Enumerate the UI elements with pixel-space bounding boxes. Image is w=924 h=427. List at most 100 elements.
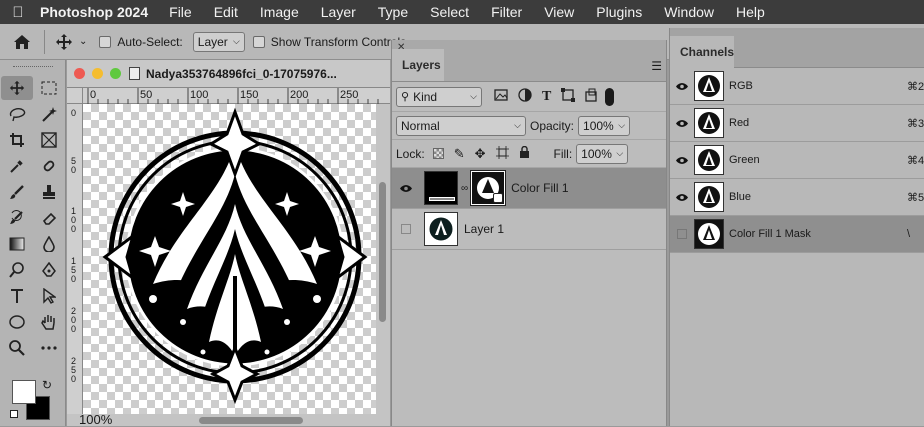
default-colors-icon[interactable] [10,410,18,418]
fill-thumbnail[interactable] [424,171,458,205]
layer-thumbnail[interactable] [424,212,458,246]
minimize-window-button[interactable] [92,68,103,79]
filter-pixel-icon[interactable] [494,89,508,104]
opacity-field[interactable]: 100% ⌵ [578,115,631,136]
marquee-icon[interactable] [33,76,65,100]
swap-colors-icon[interactable]: ↻ [42,378,52,392]
filter-adjustment-icon[interactable] [518,88,532,105]
healing-brush-icon[interactable] [33,154,65,178]
menu-type[interactable]: Type [367,4,419,20]
filter-shape-icon[interactable] [561,88,576,105]
channel-row-blue[interactable]: Blue ⌘5 [670,179,924,216]
menu-view[interactable]: View [533,4,585,20]
menu-file[interactable]: File [158,4,203,20]
lock-position-icon[interactable]: ✥ [475,146,486,162]
visibility-eye-icon[interactable] [670,193,694,202]
channel-shortcut: ⌘3 [907,117,924,130]
horizontal-scrollbar[interactable] [199,417,303,424]
show-transform-label: Show Transform Controls [270,34,407,49]
zoom-icon[interactable] [1,336,33,360]
brush-icon[interactable] [1,180,33,204]
lock-all-icon[interactable] [519,145,530,162]
canvas[interactable] [83,104,376,414]
channel-row-red[interactable]: Red ⌘3 [670,105,924,142]
more-tools-icon[interactable] [33,336,65,360]
tab-layers[interactable]: Layers [392,49,444,81]
frame-icon[interactable] [33,128,65,152]
gradient-icon[interactable] [1,232,33,256]
vertical-scrollbar[interactable] [376,104,390,414]
menu-edit[interactable]: Edit [203,4,249,20]
menu-layer[interactable]: Layer [310,4,367,20]
filter-kind-dropdown[interactable]: ⚲ Kind ⌵ [396,86,482,107]
lock-transparency-icon[interactable] [432,148,444,159]
channel-row-color-fill-1-mask[interactable]: Color Fill 1 Mask \ [670,216,924,253]
layer-row-layer-1[interactable]: Layer 1 [392,209,666,250]
stamp-icon[interactable] [33,180,65,204]
move-icon[interactable] [1,76,33,100]
scroll-thumb[interactable] [379,182,386,322]
zoom-window-button[interactable] [110,68,121,79]
status-bar: 100% [67,412,390,427]
chevron-down-icon: ⌵ [470,91,477,101]
layer-row-color-fill-1[interactable]: ∞ Color Fill 1 [392,168,666,209]
menu-filter[interactable]: Filter [480,4,533,20]
ruler-tick-label: 250 [340,89,359,101]
tab-channels[interactable]: Channels [670,36,734,68]
dodge-icon[interactable] [1,258,33,282]
filter-smart-object-icon[interactable] [585,88,597,105]
lock-image-icon[interactable]: ✎ [454,146,465,162]
layer-name[interactable]: Color Fill 1 [511,181,568,195]
visibility-eye-icon[interactable] [392,184,420,193]
link-icon[interactable]: ∞ [461,183,468,194]
eyedropper-icon[interactable] [1,154,33,178]
auto-select-value: Layer [197,34,228,49]
history-brush-icon[interactable] [1,206,33,230]
visibility-eye-icon[interactable] [670,156,694,165]
mask-thumbnail[interactable] [470,170,507,206]
channel-thumbnail [694,145,724,175]
eraser-icon[interactable] [33,206,65,230]
filter-toggle-icon[interactable] [605,87,615,106]
channel-row-green[interactable]: Green ⌘4 [670,142,924,179]
move-tool-icon[interactable] [53,33,75,51]
home-icon[interactable] [0,24,44,60]
close-window-button[interactable] [74,68,85,79]
hand-icon[interactable] [33,310,65,334]
menu-image[interactable]: Image [249,4,310,20]
auto-select-checkbox[interactable] [99,35,112,48]
ellipse-icon[interactable] [1,310,33,334]
magic-wand-icon[interactable] [33,102,65,126]
chevron-down-icon: ⌵ [232,36,240,46]
menu-plugins[interactable]: Plugins [585,4,653,20]
blur-icon[interactable] [33,232,65,256]
menu-app-name[interactable]: Photoshop 2024 [36,4,158,20]
fill-field[interactable]: 100% ⌵ [576,143,629,164]
apple-icon[interactable]:  [0,4,36,21]
crop-icon[interactable] [1,128,33,152]
blend-mode-dropdown[interactable]: Normal ⌵ [396,115,526,136]
document-tab[interactable]: Nadya353764896fci_0-17075976... [67,60,390,88]
layer-name[interactable]: Layer 1 [464,222,504,236]
lock-artboard-icon[interactable] [495,145,509,162]
visibility-eye-icon[interactable] [670,82,694,91]
panel-menu-icon[interactable]: ☰ [651,60,662,72]
menu-select[interactable]: Select [419,4,480,20]
lasso-icon[interactable] [1,102,33,126]
menu-window[interactable]: Window [653,4,725,20]
channel-shortcut: ⌘4 [907,154,924,167]
zoom-level[interactable]: 100% [79,412,112,427]
menu-help[interactable]: Help [725,4,776,20]
visibility-eye-icon[interactable] [670,119,694,128]
channel-row-rgb[interactable]: RGB ⌘2 [670,68,924,105]
filter-type-icon[interactable]: T [542,89,551,105]
auto-select-dropdown[interactable]: Layer ⌵ [192,31,245,52]
chevron-down-icon[interactable]: ⌄ [79,36,87,47]
visibility-toggle-off[interactable] [670,229,694,239]
visibility-toggle-off[interactable] [392,224,420,234]
type-icon[interactable] [1,284,33,308]
show-transform-checkbox[interactable] [252,35,265,48]
pen-icon[interactable] [33,258,65,282]
path-selection-icon[interactable] [33,284,65,308]
channel-name: Color Fill 1 Mask [729,228,811,240]
